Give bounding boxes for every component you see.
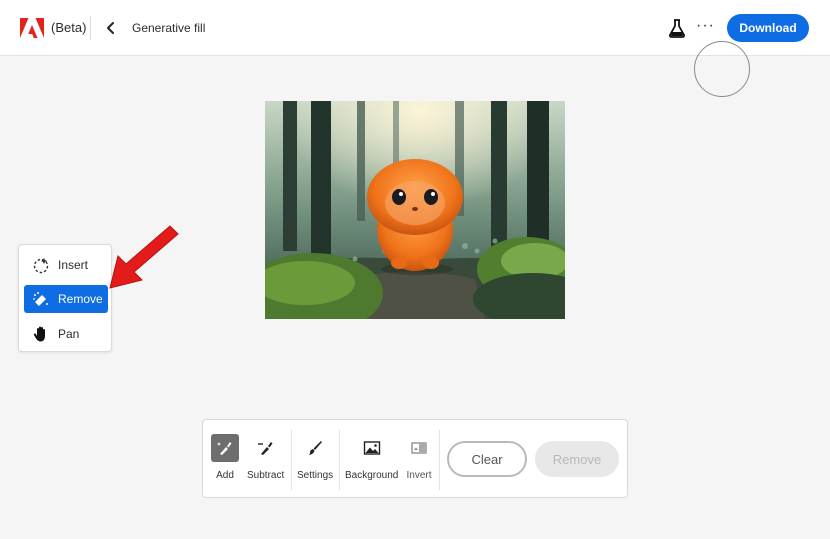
tool-panel: Insert Remove Pan [18, 244, 112, 352]
background-label: Background [345, 470, 399, 481]
subtract-brush-box [252, 434, 280, 462]
clear-button[interactable]: Clear [447, 441, 527, 477]
subtract-brush-icon [257, 442, 273, 455]
adobe-logo-icon[interactable] [20, 18, 44, 38]
subtract-label: Subtract [247, 470, 285, 481]
flask-icon[interactable] [668, 18, 686, 38]
more-options-icon[interactable]: ··· [696, 18, 718, 38]
back-chevron-icon[interactable] [102, 19, 120, 37]
subtract-button[interactable]: Subtract [247, 434, 284, 481]
invert-label: Invert [406, 470, 432, 481]
tool-pan-label: Pan [58, 327, 80, 341]
settings-brush-box [301, 434, 329, 462]
add-brush-box [211, 434, 239, 462]
toolbar-separator [439, 430, 440, 490]
toolbar-separator [339, 430, 340, 490]
tool-insert[interactable]: Insert [24, 251, 108, 279]
settings-label: Settings [297, 470, 334, 481]
settings-button[interactable]: Settings [297, 434, 333, 481]
tool-remove[interactable]: Remove [24, 285, 108, 313]
invert-button[interactable]: Invert [405, 434, 433, 481]
canvas-image[interactable] [265, 101, 565, 319]
brush-cursor-indicator [694, 41, 750, 97]
tool-pan[interactable]: Pan [24, 320, 108, 348]
background-image-box [358, 434, 386, 462]
add-label: Add [216, 470, 234, 481]
add-brush-icon [217, 442, 232, 455]
invert-icon [411, 442, 427, 454]
eraser-icon [33, 292, 48, 306]
toolbar-separator [291, 430, 292, 490]
hand-icon [33, 326, 45, 342]
insert-icon [33, 258, 49, 274]
tool-remove-label: Remove [58, 292, 103, 306]
bottom-toolbar: Add Subtract Settings Background Invert … [202, 419, 628, 498]
red-arrow-annotation [109, 225, 179, 289]
add-button[interactable]: Add [211, 434, 239, 481]
background-button[interactable]: Background [345, 434, 398, 481]
invert-box [405, 434, 433, 462]
paintbrush-icon [309, 441, 323, 455]
image-icon [363, 441, 380, 455]
page-title: Generative fill [132, 21, 206, 35]
tool-insert-label: Insert [58, 258, 89, 272]
forest-creature-image [265, 101, 565, 319]
header-divider [90, 16, 91, 40]
beta-label: (Beta) [51, 20, 87, 35]
download-button[interactable]: Download [727, 14, 809, 42]
remove-button[interactable]: Remove [535, 441, 619, 477]
